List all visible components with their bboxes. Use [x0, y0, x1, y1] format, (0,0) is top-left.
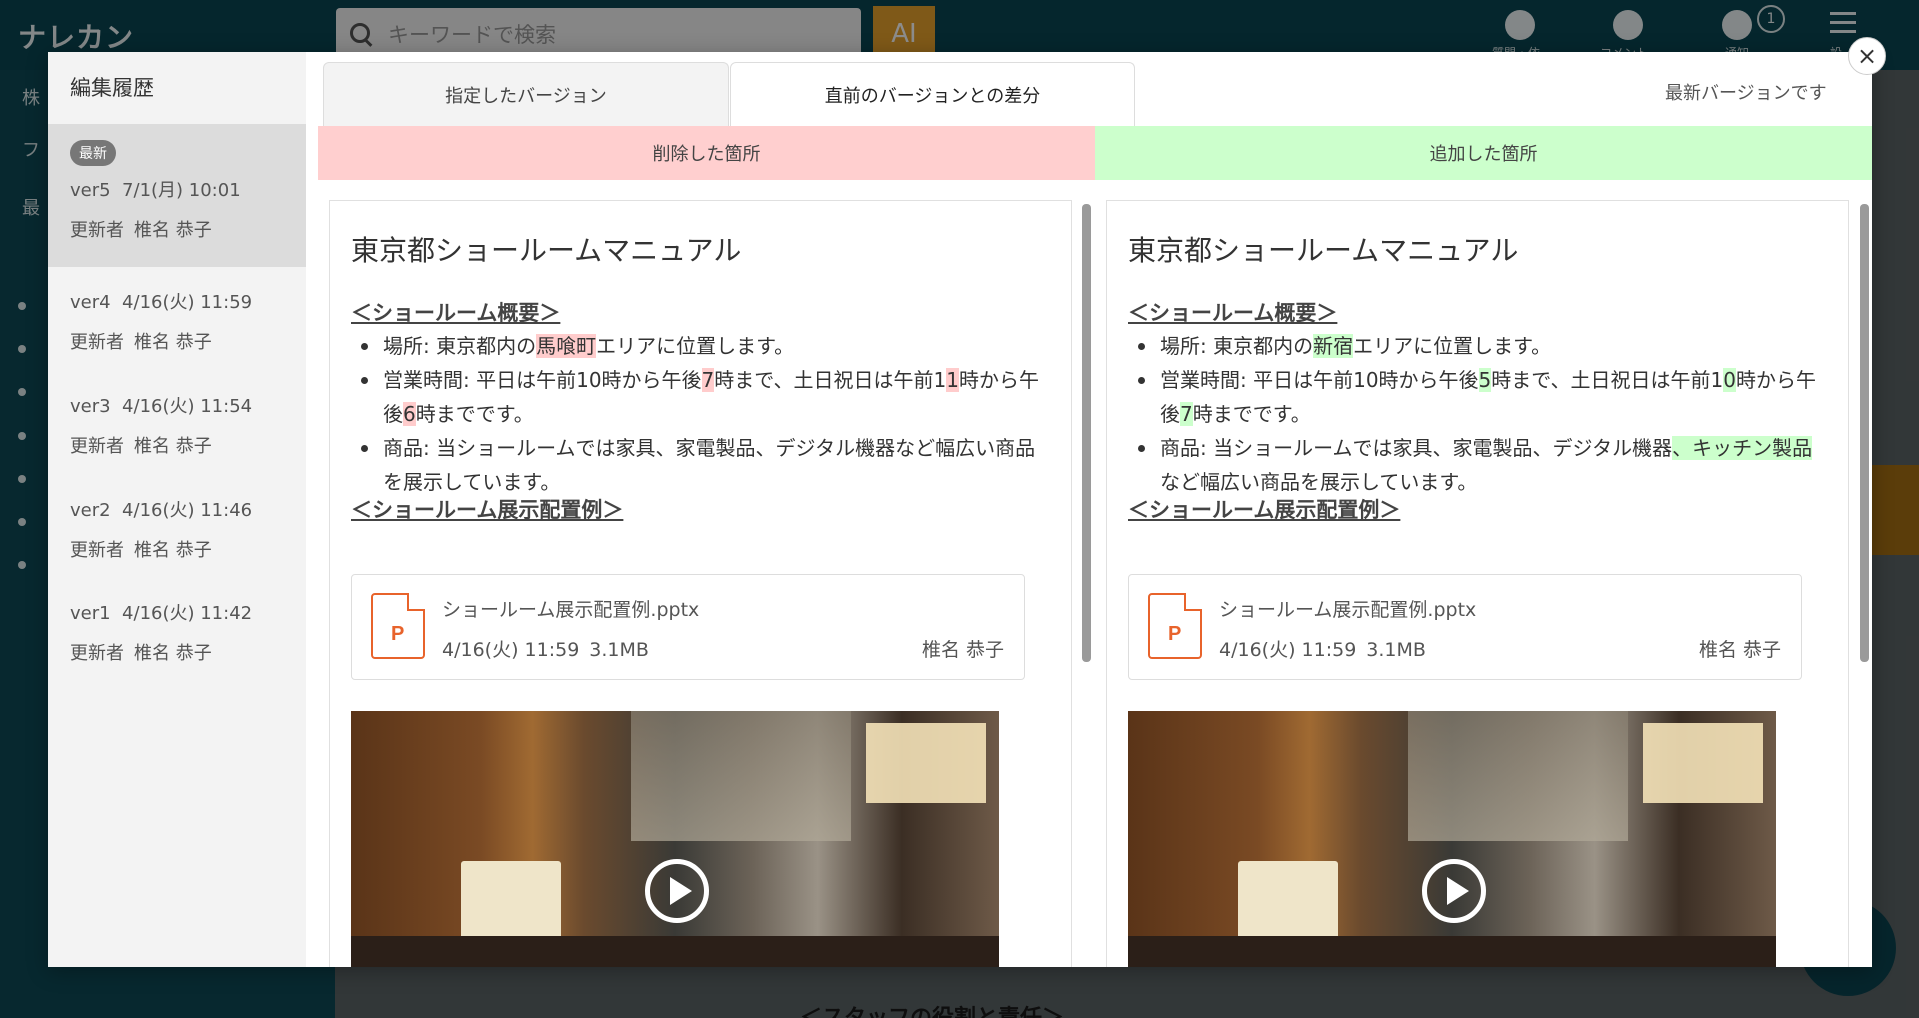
- version-item[interactable]: ver4 4/16(火) 11:59 更新者 椎名 恭子: [48, 288, 306, 354]
- added-pane: 東京都ショールームマニュアル ＜ショールーム概要＞ 場所: 東京都内の新宿エリア…: [1106, 200, 1849, 967]
- overview-list: 場所: 東京都内の馬喰町エリアに位置します。 営業時間: 平日は午前10時から午…: [351, 329, 1051, 499]
- section-heading-layout: ＜ショールーム展示配置例＞: [351, 498, 624, 522]
- play-icon[interactable]: [1422, 859, 1486, 923]
- deleted-text: 6: [403, 402, 416, 426]
- version-item[interactable]: 最新 ver5 7/1(月) 10:01 更新者 椎名 恭子: [48, 124, 306, 267]
- file-meta: 4/16(火) 11:59 3.1MB: [442, 639, 649, 661]
- tab-diff-previous[interactable]: 直前のバージョンとの差分: [730, 62, 1135, 126]
- updater-label: 更新者 椎名 恭子: [70, 332, 212, 353]
- added-text: 7: [1180, 402, 1193, 426]
- version-item[interactable]: ver2 4/16(火) 11:46 更新者 椎名 恭子: [48, 496, 306, 562]
- list-item: 営業時間: 平日は午前10時から午後5時まで、土日祝日は午前10時から午後7時ま…: [1128, 363, 1828, 431]
- deleted-text: 馬喰町: [536, 334, 597, 358]
- file-attachment[interactable]: P ショールーム展示配置例.pptx 4/16(火) 11:59 3.1MB 椎名…: [1128, 574, 1802, 680]
- list-item: 場所: 東京都内の新宿エリアに位置します。: [1128, 329, 1828, 363]
- list-item: 商品: 当ショールームでは家具、家電製品、デジタル機器など幅広い商品を展示してい…: [351, 431, 1051, 499]
- video-thumbnail[interactable]: [351, 711, 999, 967]
- edit-history-modal: 編集履歴 最新 ver5 7/1(月) 10:01 更新者 椎名 恭子 ver4 …: [48, 52, 1872, 967]
- version-label: ver5 7/1(月) 10:01: [70, 180, 241, 201]
- added-text: 新宿: [1313, 334, 1354, 358]
- added-text: 0: [1723, 368, 1736, 392]
- list-item: 場所: 東京都内の馬喰町エリアに位置します。: [351, 329, 1051, 363]
- latest-version-note: 最新バージョンです: [1665, 83, 1827, 104]
- version-label: ver3 4/16(火) 11:54: [70, 396, 253, 417]
- close-button[interactable]: ×: [1848, 37, 1886, 75]
- file-owner: 椎名 恭子: [1698, 639, 1781, 661]
- updater-label: 更新者 椎名 恭子: [70, 643, 212, 664]
- updater-label: 更新者 椎名 恭子: [70, 540, 212, 561]
- tab-specified-version[interactable]: 指定したバージョン: [323, 62, 729, 126]
- file-owner: 椎名 恭子: [921, 639, 1004, 661]
- version-item[interactable]: ver3 4/16(火) 11:54 更新者 椎名 恭子: [48, 392, 306, 458]
- list-item: 商品: 当ショールームでは家具、家電製品、デジタル機器、キッチン製品など幅広い商…: [1128, 431, 1828, 499]
- deleted-pane: 東京都ショールームマニュアル ＜ショールーム概要＞ 場所: 東京都内の馬喰町エリ…: [329, 200, 1072, 967]
- version-label: ver4 4/16(火) 11:59: [70, 292, 253, 313]
- updater-label: 更新者 椎名 恭子: [70, 436, 212, 457]
- latest-badge: 最新: [70, 140, 116, 166]
- scrollbar-right[interactable]: [1860, 204, 1869, 662]
- version-history-sidebar: 編集履歴 最新 ver5 7/1(月) 10:01 更新者 椎名 恭子 ver4 …: [48, 52, 306, 967]
- doc-title: 東京都ショールームマニュアル: [1128, 234, 1519, 267]
- added-text: 5: [1478, 368, 1492, 392]
- play-icon[interactable]: [645, 859, 709, 923]
- video-thumbnail[interactable]: [1128, 711, 1776, 967]
- section-heading-overview: ＜ショールーム概要＞: [1128, 301, 1338, 325]
- file-attachment[interactable]: P ショールーム展示配置例.pptx 4/16(火) 11:59 3.1MB 椎名…: [351, 574, 1025, 680]
- powerpoint-file-icon: P: [1148, 593, 1202, 659]
- powerpoint-file-icon: P: [371, 593, 425, 659]
- deleted-text: 1: [946, 368, 959, 392]
- file-name: ショールーム展示配置例.pptx: [442, 599, 700, 621]
- version-item[interactable]: ver1 4/16(火) 11:42 更新者 椎名 恭子: [48, 599, 306, 665]
- history-title: 編集履歴: [70, 76, 154, 100]
- overview-list: 場所: 東京都内の新宿エリアに位置します。 営業時間: 平日は午前10時から午後…: [1128, 329, 1828, 499]
- section-heading-layout: ＜ショールーム展示配置例＞: [1128, 498, 1401, 522]
- file-meta: 4/16(火) 11:59 3.1MB: [1219, 639, 1426, 661]
- scrollbar-left[interactable]: [1082, 204, 1091, 662]
- doc-title: 東京都ショールームマニュアル: [351, 234, 742, 267]
- list-item: 営業時間: 平日は午前10時から午後7時まで、土日祝日は午前11時から午後6時ま…: [351, 363, 1051, 431]
- deleted-header: 削除した箇所: [318, 126, 1095, 180]
- version-label: ver1 4/16(火) 11:42: [70, 603, 253, 624]
- added-text: 、キッチン製品: [1672, 436, 1813, 460]
- file-name: ショールーム展示配置例.pptx: [1219, 599, 1477, 621]
- section-heading-overview: ＜ショールーム概要＞: [351, 301, 561, 325]
- deleted-text: 7: [701, 368, 715, 392]
- added-header: 追加した箇所: [1095, 126, 1872, 180]
- version-label: ver2 4/16(火) 11:46: [70, 500, 253, 521]
- updater-label: 更新者 椎名 恭子: [70, 220, 212, 241]
